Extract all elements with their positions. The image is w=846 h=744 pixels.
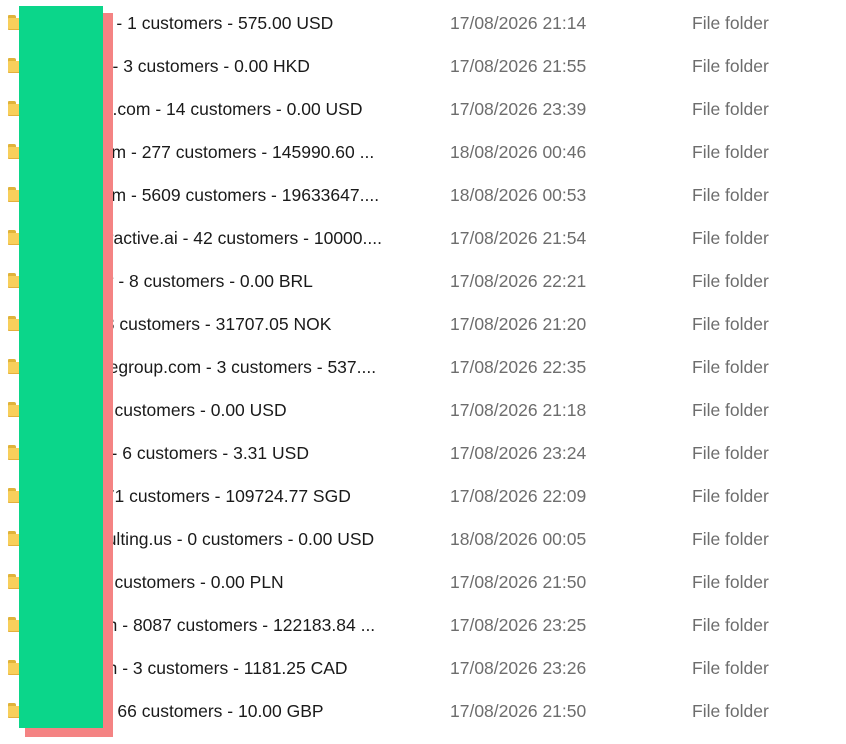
- date-modified: 18/08/2026 00:05: [450, 529, 587, 549]
- file-type: File folder: [692, 142, 769, 162]
- file-name[interactable]: tina.com - 277 customers - 145990.60 ...: [60, 142, 428, 163]
- file-name[interactable]: neinteractive.ai - 42 customers - 10000.…: [60, 228, 428, 249]
- date-modified: 17/08/2026 21:55: [450, 56, 587, 76]
- file-name[interactable]: nmercegroup.com - 3 customers - 537....: [60, 357, 428, 378]
- date-modified: 17/08/2026 22:21: [450, 271, 587, 291]
- date-modified: 17/08/2026 21:20: [450, 314, 587, 334]
- file-name[interactable]: tina.com - 5609 customers - 19633647....: [60, 185, 428, 206]
- file-row[interactable]: co.uk - 66 customers - 10.00 GBP 17/08/20…: [0, 691, 846, 734]
- file-name[interactable]: com.br - 8 customers - 0.00 BRL: [60, 271, 428, 292]
- file-type: File folder: [692, 529, 769, 549]
- file-type: File folder: [692, 357, 769, 377]
- date-modified: 17/08/2026 23:25: [450, 615, 587, 635]
- file-name[interactable]: oft.com - 3 customers - 1181.25 CAD: [60, 658, 428, 679]
- file-row[interactable]: om - 6 customers - 0.00 PLN 17/08/2026 21…: [0, 562, 846, 605]
- file-row[interactable]: x.com - 6 customers - 3.31 USD 17/08/2026…: [0, 433, 846, 476]
- file-row[interactable]: nconsulting.us - 0 customers - 0.00 USD 1…: [0, 519, 846, 562]
- date-modified: 17/08/2026 21:54: [450, 228, 587, 248]
- file-name[interactable]: om - 0 customers - 0.00 USD: [60, 400, 428, 421]
- date-modified: 17/08/2026 22:35: [450, 357, 587, 377]
- file-row[interactable]: com.br - 8 customers - 0.00 BRL 17/08/202…: [0, 261, 846, 304]
- file-type: File folder: [692, 443, 769, 463]
- file-name[interactable]: inghub.com - 14 customers - 0.00 USD: [60, 99, 428, 120]
- file-name[interactable]: o - 338 customers - 31707.05 NOK: [60, 314, 428, 335]
- date-modified: 17/08/2026 21:50: [450, 572, 587, 592]
- date-modified: 17/08/2026 22:09: [450, 486, 587, 506]
- file-type: File folder: [692, 185, 769, 205]
- file-type: File folder: [692, 572, 769, 592]
- file-row[interactable]: 9.com - 3 customers - 0.00 HKD 17/08/2026…: [0, 46, 846, 89]
- file-name[interactable]: x.com - 6 customers - 3.31 USD: [60, 443, 428, 464]
- file-row[interactable]: tina.com - 5609 customers - 19633647....…: [0, 175, 846, 218]
- date-modified: 17/08/2026 23:39: [450, 99, 587, 119]
- file-type: File folder: [692, 615, 769, 635]
- file-type: File folder: [692, 56, 769, 76]
- file-name[interactable]: ub.com - 8087 customers - 122183.84 ...: [60, 615, 428, 636]
- file-list: ia.com - 1 customers - 575.00 USD 17/08/2…: [0, 3, 846, 734]
- file-row[interactable]: nmercegroup.com - 3 customers - 537.... 1…: [0, 347, 846, 390]
- file-row[interactable]: ia.com - 1 customers - 575.00 USD 17/08/2…: [0, 3, 846, 46]
- file-name[interactable]: om - 6 customers - 0.00 PLN: [60, 572, 428, 593]
- file-row[interactable]: oft.com - 3 customers - 1181.25 CAD 17/08…: [0, 648, 846, 691]
- file-name[interactable]: 9.com - 3 customers - 0.00 HKD: [60, 56, 428, 77]
- date-modified: 17/08/2026 21:50: [450, 701, 587, 721]
- file-type: File folder: [692, 658, 769, 678]
- file-row[interactable]: a - 2571 customers - 109724.77 SGD 17/08/…: [0, 476, 846, 519]
- file-name[interactable]: co.uk - 66 customers - 10.00 GBP: [60, 701, 428, 722]
- file-row[interactable]: neinteractive.ai - 42 customers - 10000.…: [0, 218, 846, 261]
- date-modified: 17/08/2026 21:14: [450, 13, 587, 33]
- file-row[interactable]: inghub.com - 14 customers - 0.00 USD 17/0…: [0, 89, 846, 132]
- file-type: File folder: [692, 400, 769, 420]
- date-modified: 18/08/2026 00:46: [450, 142, 587, 162]
- date-modified: 18/08/2026 00:53: [450, 185, 587, 205]
- file-row[interactable]: o - 338 customers - 31707.05 NOK 17/08/20…: [0, 304, 846, 347]
- file-type: File folder: [692, 13, 769, 33]
- file-row[interactable]: tina.com - 277 customers - 145990.60 ...…: [0, 132, 846, 175]
- file-type: File folder: [692, 271, 769, 291]
- file-name[interactable]: a - 2571 customers - 109724.77 SGD: [60, 486, 428, 507]
- file-type: File folder: [692, 701, 769, 721]
- date-modified: 17/08/2026 23:24: [450, 443, 587, 463]
- date-modified: 17/08/2026 21:18: [450, 400, 587, 420]
- file-row[interactable]: ub.com - 8087 customers - 122183.84 ... 1…: [0, 605, 846, 648]
- redaction-overlay: [19, 6, 103, 728]
- file-name[interactable]: nconsulting.us - 0 customers - 0.00 USD: [60, 529, 428, 550]
- date-modified: 17/08/2026 23:26: [450, 658, 587, 678]
- file-row[interactable]: om - 0 customers - 0.00 USD 17/08/2026 21…: [0, 390, 846, 433]
- file-name[interactable]: ia.com - 1 customers - 575.00 USD: [60, 13, 428, 34]
- file-type: File folder: [692, 99, 769, 119]
- file-type: File folder: [692, 486, 769, 506]
- file-type: File folder: [692, 228, 769, 248]
- file-type: File folder: [692, 314, 769, 334]
